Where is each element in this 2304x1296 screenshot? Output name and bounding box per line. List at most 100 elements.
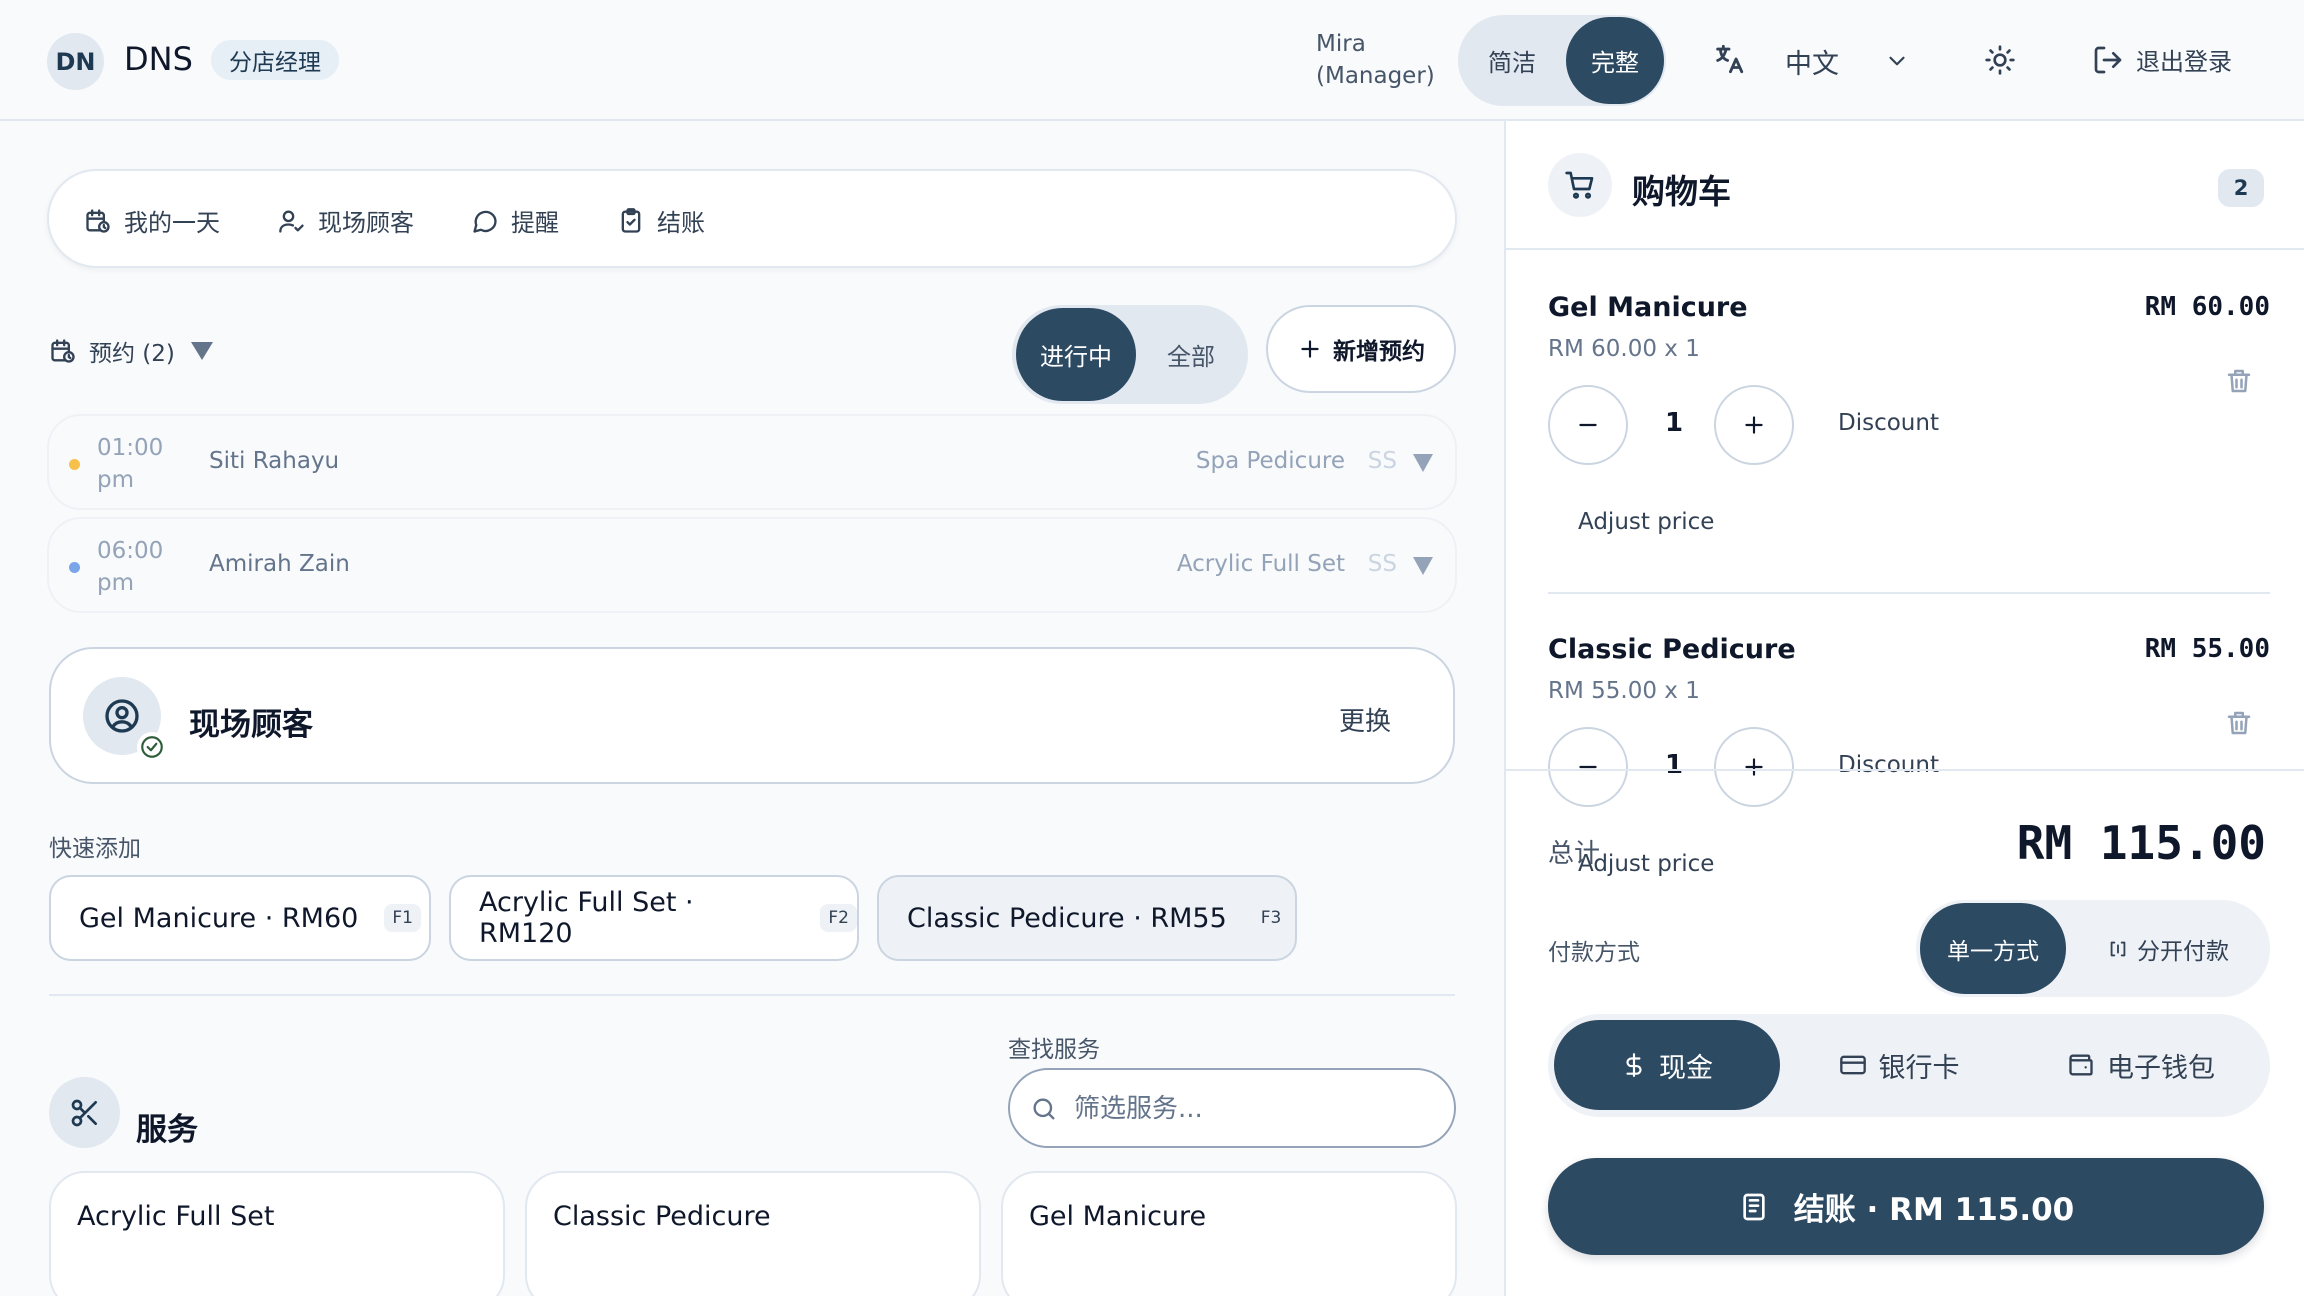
appointment-time-period: pm <box>97 467 135 493</box>
payment-mode-label: 付款方式 <box>1548 940 1640 966</box>
scissors-icon <box>49 1077 120 1148</box>
appointment-time-period: pm <box>97 570 135 596</box>
appointment-customer: Siti Rahayu <box>209 448 340 474</box>
appointment-row[interactable]: 06:00 pm Amirah Zain Acrylic Full Set SS <box>47 517 1457 613</box>
nav-checkout[interactable]: 结账 <box>617 203 705 238</box>
nav-reminders[interactable]: 提醒 <box>471 203 559 238</box>
message-circle-icon <box>471 207 499 235</box>
method-ewallet-button[interactable]: 电子钱包 <box>2018 1020 2264 1110</box>
cart-panel: 购物车 2 Gel Manicure RM 60.00 x 1 RM 60.00… <box>1504 121 2304 1296</box>
discount-button[interactable]: Discount <box>1838 752 1939 778</box>
chevron-down-icon[interactable] <box>1884 48 1910 74</box>
walk-in-title: 现场顾客 <box>189 707 313 743</box>
split-payment-label: 分开付款 <box>2137 938 2229 965</box>
service-card-name: Acrylic Full Set <box>77 1201 275 1232</box>
quick-add-chip-label: Gel Manicure · RM60 <box>79 902 359 934</box>
logo-badge: DN <box>47 33 104 90</box>
caret-down-icon[interactable] <box>1413 454 1433 472</box>
role-badge: 分店经理 <box>211 40 339 80</box>
caret-down-icon[interactable] <box>1413 557 1433 575</box>
translate-icon[interactable] <box>1712 42 1746 76</box>
decrease-qty-button[interactable] <box>1548 385 1628 465</box>
filter-all-button[interactable]: 全部 <box>1138 308 1244 401</box>
user-info: Mira (Manager) <box>1316 28 1435 92</box>
quick-add-chip-label: Classic Pedicure · RM55 <box>907 902 1227 934</box>
change-customer-button[interactable]: 更换 <box>1339 701 1391 738</box>
walk-in-customer-card: 现场顾客 更换 <box>49 647 1455 784</box>
shortcut-key: F3 <box>1260 908 1282 928</box>
cart-item-qty: 1 <box>1664 408 1684 438</box>
split-payment-button[interactable]: 分开付款 <box>2070 903 2266 994</box>
increase-qty-button[interactable] <box>1714 385 1794 465</box>
top-header: DN DNS 分店经理 Mira (Manager) 简洁 完整 中文 退出登录 <box>0 0 2304 121</box>
quick-add-chip[interactable]: Gel Manicure · RM60 F1 <box>49 875 431 961</box>
single-payment-label: 单一方式 <box>1947 938 2039 965</box>
search-label: 查找服务 <box>1008 1037 1100 1063</box>
increase-qty-button[interactable] <box>1714 727 1794 807</box>
appointment-filter-toggle: 进行中 全部 <box>1012 305 1248 404</box>
check-circle-icon <box>137 732 167 762</box>
discount-button[interactable]: Discount <box>1838 410 1939 436</box>
main-nav: 我的一天 现场顾客 提醒 结账 <box>47 169 1457 268</box>
adjust-price-button[interactable]: Adjust price <box>1578 509 1714 535</box>
mode-simple-button[interactable]: 简洁 <box>1462 17 1562 104</box>
nav-checkout-label: 结账 <box>657 209 705 237</box>
appointment-staff: SS <box>1367 448 1397 474</box>
trash-icon[interactable] <box>2224 366 2254 396</box>
service-card-name: Classic Pedicure <box>553 1201 771 1232</box>
calendar-clock-icon <box>84 207 112 235</box>
appointments-title: 预约 (2) <box>89 341 175 367</box>
appointment-service: Spa Pedicure <box>1195 448 1345 474</box>
status-dot <box>69 562 80 573</box>
cart-count-badge: 2 <box>2218 169 2264 207</box>
clipboard-check-icon <box>617 207 645 235</box>
method-card-button[interactable]: 银行卡 <box>1786 1020 2012 1110</box>
service-card-name: Gel Manicure <box>1029 1201 1207 1232</box>
quick-add-chip-label: Acrylic Full Set · RM120 <box>479 887 694 949</box>
plus-icon <box>1741 754 1767 780</box>
payment-mode-toggle: 单一方式 分开付款 <box>1916 900 2270 997</box>
search-icon <box>1030 1095 1058 1123</box>
quick-add-chip[interactable]: Classic Pedicure · RM55 F3 <box>877 875 1297 961</box>
appointment-time: 06:00 pm <box>97 535 163 599</box>
filter-active-button[interactable]: 进行中 <box>1016 308 1136 401</box>
divider <box>49 994 1455 996</box>
checkout-button[interactable]: 结账 · RM 115.00 <box>1548 1158 2264 1255</box>
checkout-label: 结账 · RM 115.00 <box>1793 1192 2075 1228</box>
single-payment-button[interactable]: 单一方式 <box>1920 903 2066 994</box>
trash-icon[interactable] <box>2224 708 2254 738</box>
language-select[interactable]: 中文 <box>1785 42 1839 81</box>
divider <box>1506 769 2304 771</box>
quick-add-chip[interactable]: Acrylic Full Set · RM120 F2 <box>449 875 859 961</box>
minus-icon <box>1575 754 1601 780</box>
total-label: 总计 <box>1548 839 1601 869</box>
calendar-clock-icon <box>49 337 77 365</box>
add-appointment-label: 新增预约 <box>1333 339 1425 365</box>
add-appointment-button[interactable]: 新增预约 <box>1266 305 1456 393</box>
logout-button[interactable]: 退出登录 <box>2092 42 2232 77</box>
nav-walk-in[interactable]: 现场顾客 <box>278 203 414 238</box>
service-card[interactable]: Acrylic Full Set <box>49 1171 505 1296</box>
appointment-time-value: 01:00 <box>97 435 164 461</box>
receipt-icon <box>1738 1191 1770 1223</box>
cart-title: 购物车 <box>1632 172 1731 211</box>
mode-full-button[interactable]: 完整 <box>1566 17 1664 104</box>
service-card[interactable]: Gel Manicure <box>1001 1171 1457 1296</box>
payment-method-selector: 现金 银行卡 电子钱包 <box>1548 1014 2270 1117</box>
appointment-customer: Amirah Zain <box>209 551 350 577</box>
cart-item-price: RM 60.00 <box>2144 292 2270 322</box>
cart-items-list[interactable]: Gel Manicure RM 60.00 x 1 RM 60.00 1 Dis… <box>1506 252 2304 890</box>
service-search-box <box>1008 1068 1456 1148</box>
appointments-header[interactable]: 预约 (2) <box>49 334 213 368</box>
sun-icon[interactable] <box>1984 44 2016 76</box>
brand-name: DNS <box>124 40 193 78</box>
decrease-qty-button[interactable] <box>1548 727 1628 807</box>
nav-reminders-label: 提醒 <box>511 209 559 237</box>
view-mode-toggle: 简洁 完整 <box>1458 15 1666 106</box>
nav-my-day[interactable]: 我的一天 <box>84 203 220 238</box>
service-search-input[interactable] <box>1074 1088 1434 1130</box>
appointment-row[interactable]: 01:00 pm Siti Rahayu Spa Pedicure SS <box>47 414 1457 510</box>
nav-my-day-label: 我的一天 <box>124 209 220 237</box>
method-cash-button[interactable]: 现金 <box>1554 1020 1780 1110</box>
service-card[interactable]: Classic Pedicure <box>525 1171 981 1296</box>
